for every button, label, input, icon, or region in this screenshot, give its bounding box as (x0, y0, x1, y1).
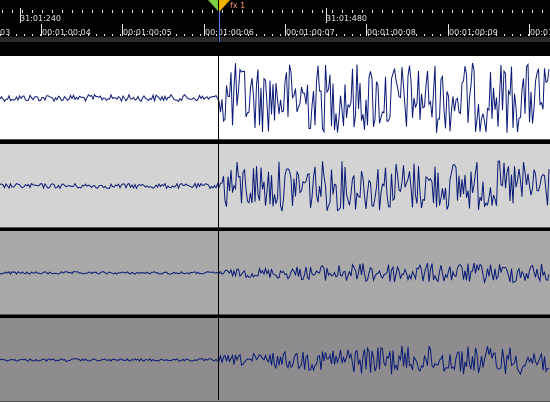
waveform (0, 160, 550, 228)
marker-flag-icon[interactable] (208, 0, 230, 12)
audio-track[interactable] (0, 318, 550, 402)
ruler-frame-label: 00:01:00:06 (205, 28, 254, 37)
ruler-frame-label: 00:01:00:09 (449, 28, 498, 37)
marker-flag-right (219, 0, 230, 12)
waveform-path (0, 160, 550, 212)
timeline-ruler[interactable]: 31:01:240 31:01:480 03 00:01:00:04 00:01… (0, 0, 550, 42)
ruler-frame-label: 00:01:00:04 (42, 28, 91, 37)
waveform (0, 262, 550, 315)
ruler-frame-label: 03 (0, 28, 11, 37)
ruler-frame-label: 00:01:00:07 (286, 28, 335, 37)
waveform-path (0, 345, 550, 376)
ruler-frame-label: 00:01:00: (530, 28, 550, 37)
marker-label[interactable]: fx 1 (230, 1, 245, 10)
ruler-frame-label: 00:01:00:05 (123, 28, 172, 37)
audio-track[interactable] (0, 144, 550, 228)
waveform (0, 345, 550, 402)
waveform (0, 62, 550, 140)
ruler-time-label: 31:01:240 (20, 14, 62, 23)
waveform-path (0, 62, 550, 134)
audio-track[interactable] (0, 56, 550, 140)
audio-tracks (0, 42, 550, 402)
ruler-frame-label: 00:01:00:08 (367, 28, 416, 37)
audio-track[interactable] (0, 231, 550, 315)
waveform-path (0, 262, 550, 285)
marker-line (218, 0, 219, 400)
ruler-time-label: 31:01:480 (326, 14, 368, 23)
